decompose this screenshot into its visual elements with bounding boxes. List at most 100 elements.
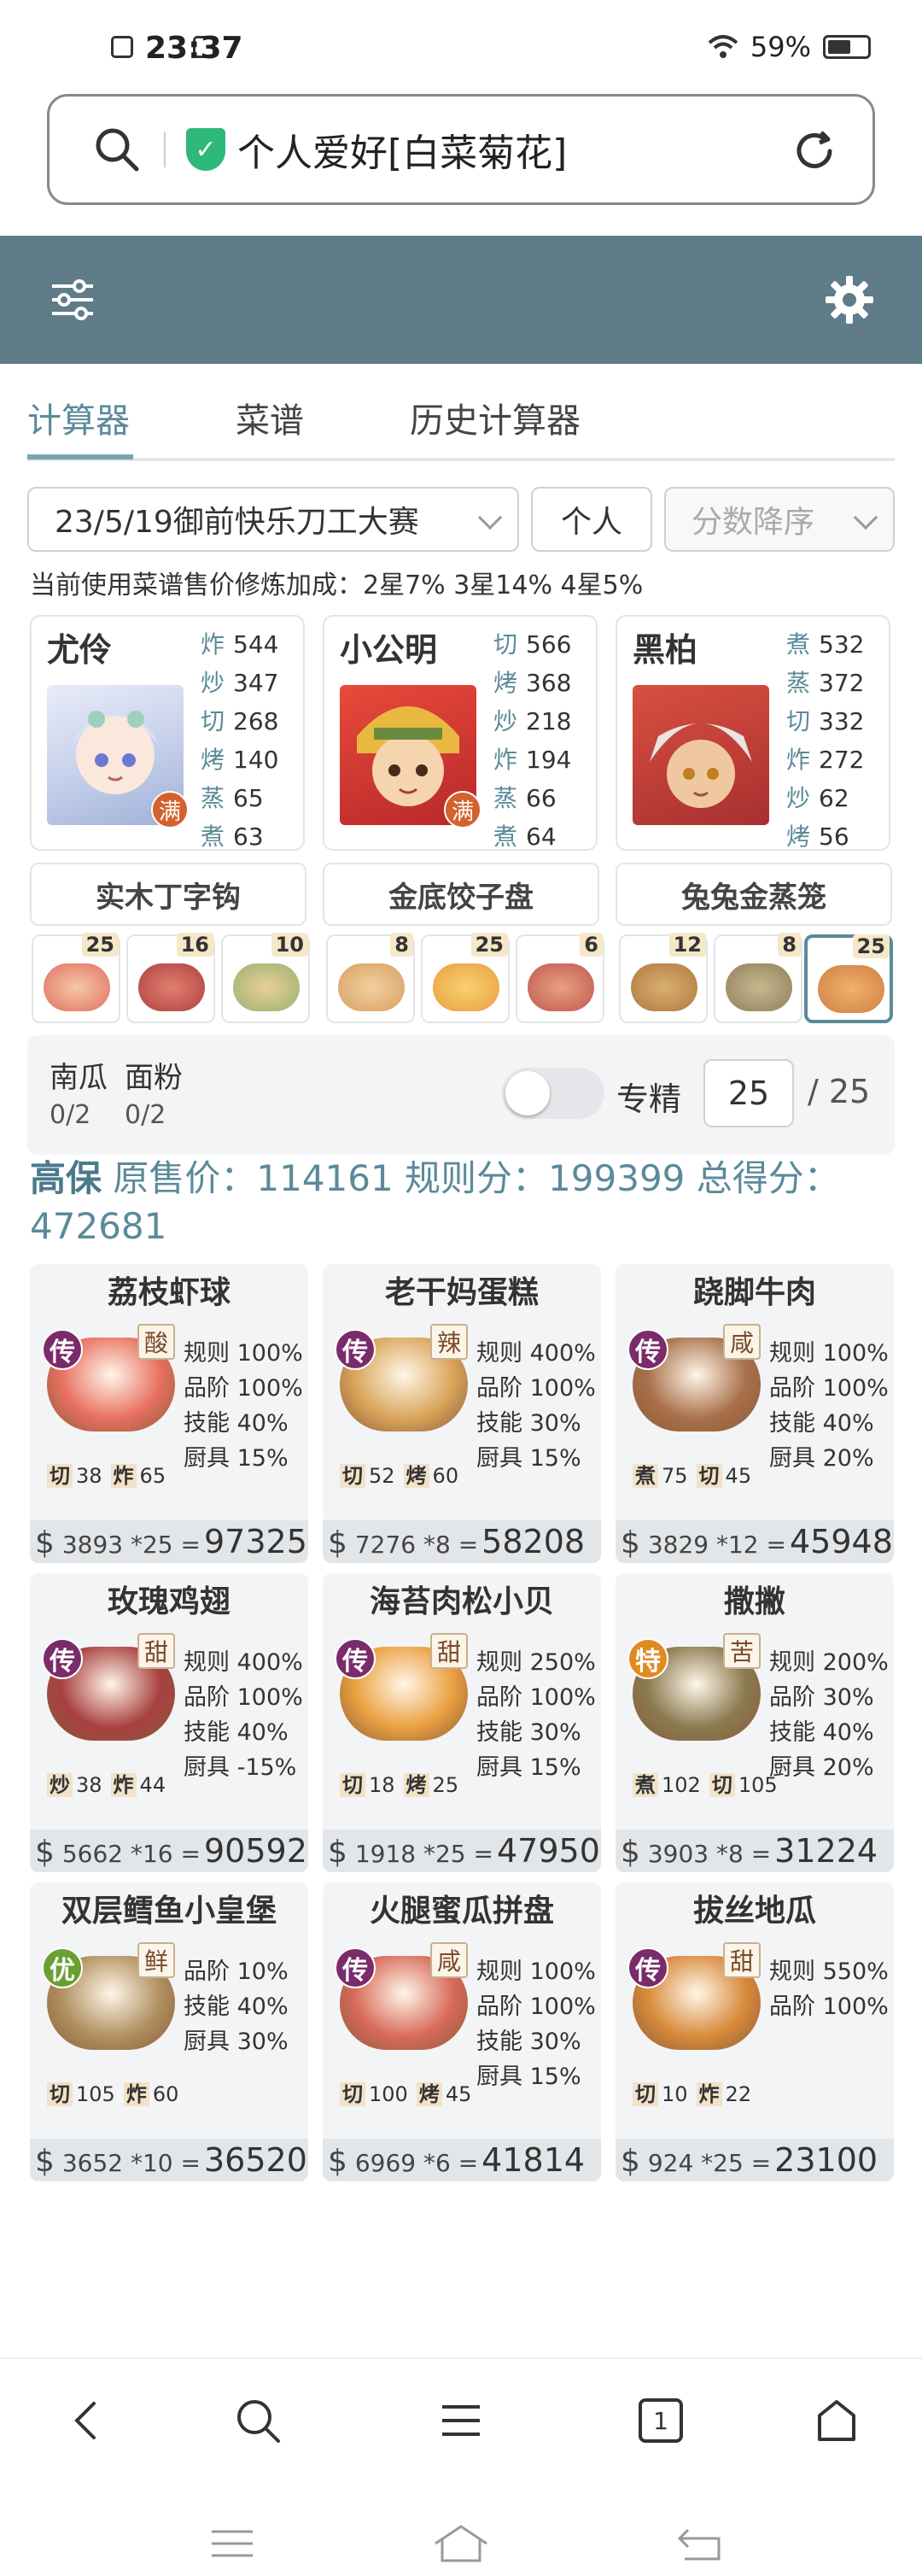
price-calc: 3893 *25 [61,1531,173,1559]
skill-value: 22 [725,2082,752,2106]
system-menu-icon[interactable] [208,2523,256,2564]
dish-props: 规则 400% 品阶 100% 技能 40% 厨具 -15% [184,1645,303,1785]
search-icon[interactable] [94,126,140,173]
refresh-icon[interactable] [791,127,838,175]
stat-key: 蒸 [493,784,518,812]
chef-card[interactable]: 小公明 满 切 566 烤 368 炒 218 炸 194 蒸 66 煮 64 [323,615,598,851]
recipe-slot[interactable]: 8 [714,933,802,1023]
skill-value: 75 [662,1464,688,1488]
skill-req: 切 52 [340,1459,395,1489]
recipe-slot[interactable]: 10 [221,933,310,1023]
recipe-count: 25 [81,933,119,957]
stat-key: 烤 [493,669,518,697]
dish-card[interactable]: 火腿蜜瓜拼盘传咸规则 100% 品阶 100% 技能 30% 厨具 15% 切 100 烤 4… [323,1882,601,2181]
sort-select[interactable]: 分数降序 [664,487,895,552]
dish-prop: 厨具 20% [769,1754,874,1781]
dish-skills: 切 38 炸 65 [47,1459,166,1489]
dish-title: 老干妈蛋糕 [384,1275,539,1310]
dish-card[interactable]: 玫瑰鸡翅传 甜规则 400% 品阶 100% 技能 40% 厨具 -15% 炒 38 炸 44 $… [30,1573,308,1872]
dish-props: 规则 400% 品阶 100% 技能 30% 厨具 15% [476,1336,596,1476]
price-total: 47950 [496,1832,600,1870]
dish-image [233,963,300,1011]
dish-prop: 技能 40% [184,1719,289,1746]
sort-value: 分数降序 [692,505,815,540]
tab-calculator[interactable]: 计算器 [27,393,130,442]
recipe-slot[interactable]: 25 [421,933,510,1023]
system-home-icon[interactable] [432,2523,490,2564]
stat-row: 炸 194 [493,741,571,779]
dish-card[interactable]: 跷脚牛肉传 咸规则 100% 品阶 100% 技能 40% 厨具 20% 煮 75 切 45 $ … [616,1264,894,1563]
stat-value: 272 [819,746,865,774]
mode-select[interactable]: 个人 [531,487,652,552]
recipe-slot[interactable]: 12 [619,933,708,1023]
recipe-slot[interactable]: 16 [126,933,215,1023]
equals-sign: = [180,2149,201,2177]
chef-card[interactable]: 尤伶 满 炸 544 炒 347 切 268 烤 140 蒸 65 煮 63 [30,615,305,851]
stat-value: 64 [526,823,557,851]
dish-prop: 品阶 10% [184,1958,289,1985]
dollar-icon: $ [621,1525,640,1560]
flavor-tag: 咸 [430,1942,468,1978]
skill-value: 102 [662,1773,701,1797]
divider [164,132,166,167]
dish-card[interactable]: 海苔肉松小贝传 甜规则 250% 品阶 100% 技能 30% 厨具 15% 切 18 烤 25… [323,1573,601,1872]
home-icon[interactable] [811,2395,862,2446]
recipe-count: 10 [271,933,308,957]
score-summary: 高保 原售价：114161 规则分：199399 总得分：472681 [30,1155,884,1250]
stat-key: 炒 [786,784,811,812]
stat-value: 63 [233,823,264,851]
stat-key: 蒸 [786,669,811,697]
recipe-slot[interactable]: 8 [326,933,415,1023]
dish-price-bar: $ 3652 *10 = 36520 [30,2139,308,2181]
address-bar[interactable]: ✓ 个人爱好[白菜菊花] [47,94,875,205]
dish-prop: 厨具 15% [476,2064,581,2090]
skill-value: 44 [139,1773,166,1797]
recipe-slot-selected[interactable]: 25 [804,934,893,1023]
menu-icon[interactable] [435,2395,487,2446]
dish-price-bar: $ 924 *25 = 23100 [616,2139,894,2181]
gear-icon[interactable] [824,274,875,325]
dish-prop: 技能 40% [184,1993,289,2020]
contest-select[interactable]: 23/5/19御前快乐刀工大赛 [27,487,519,552]
search-icon[interactable] [232,2395,283,2446]
dish-image [338,963,405,1011]
stat-key: 炒 [201,669,225,697]
skill-key: 切 [709,1773,735,1797]
skill-req: 切 38 [47,1459,102,1489]
skill-req: 炸 44 [110,1768,166,1798]
browser-nav: 1 [0,2357,922,2576]
contest-value: 23/5/19御前快乐刀工大赛 [55,505,419,540]
stat-row: 烤 140 [201,741,278,779]
specialize-input[interactable]: 25 [703,1059,794,1127]
equipment-slot[interactable]: 实木丁字钩 [30,863,306,926]
chef-card[interactable]: 黑柏 煮 532 蒸 372 切 332 炸 272 炒 62 烤 56 [616,615,890,851]
dish-card[interactable]: 双层鳕鱼小皇堡优 鲜品阶 10% 技能 40% 厨具 30% 切 105 炸 60 $ 3652… [30,1882,308,2181]
rarity-badge: 传 [42,1329,83,1370]
skill-value: 60 [432,1464,459,1488]
dish-image [818,965,884,1013]
system-back-icon[interactable] [676,2523,724,2564]
rarity-badge: 优 [42,1947,83,1988]
equipment-slot[interactable]: 兔兔金蒸笼 [616,863,892,926]
dish-card[interactable]: 撒撇特 苦规则 200% 品阶 30% 技能 40% 厨具 20% 煮 102 切 105 $ 3… [616,1573,894,1872]
tab-history-calculator[interactable]: 历史计算器 [410,393,581,442]
specialize-toggle[interactable] [502,1068,604,1119]
back-icon[interactable] [61,2395,113,2446]
dish-card[interactable]: 荔枝虾球传 酸规则 100% 品阶 100% 技能 40% 厨具 15% 切 38 炸 65 $ … [30,1264,308,1563]
dish-props: 品阶 10% 技能 40% 厨具 30% [184,1954,289,2059]
recipe-slot[interactable]: 25 [32,933,120,1023]
filter-icon[interactable] [47,274,98,325]
url-text[interactable]: 个人爱好[白菜菊花] [237,122,567,177]
stat-row: 烤 368 [493,664,571,702]
tab-recipes[interactable]: 菜谱 [236,393,304,442]
dish-image [528,963,594,1011]
dish-card[interactable]: 老干妈蛋糕传 辣规则 400% 品阶 100% 技能 30% 厨具 15% 切 52 烤 60 $… [323,1264,601,1563]
dish-card[interactable]: 拔丝地瓜传 甜规则 550% 品阶 100% 切 10 炸 22 $ 924 *25 = 231… [616,1882,894,2181]
dish-title: 海苔肉松小贝 [369,1584,554,1619]
equipment-slot[interactable]: 金底饺子盘 [323,863,599,926]
dish-title: 玫瑰鸡翅 [107,1584,230,1619]
recipe-slot[interactable]: 6 [516,933,604,1023]
tabs-icon[interactable]: 1 [639,2398,683,2443]
skill-value: 38 [76,1464,102,1488]
stat-row: 切 566 [493,625,571,664]
